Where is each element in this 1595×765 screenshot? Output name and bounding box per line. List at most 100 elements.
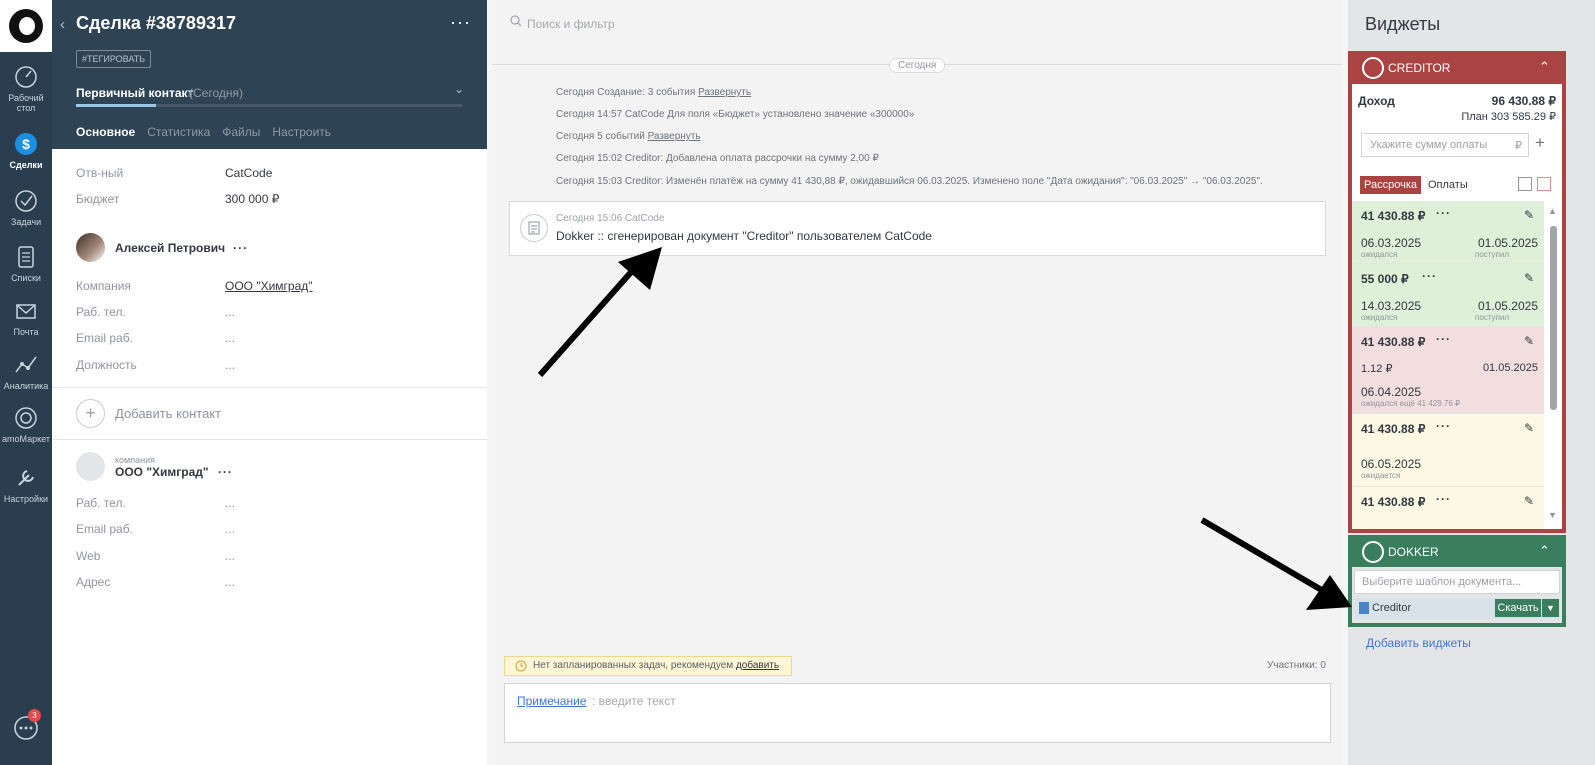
divider bbox=[52, 387, 487, 388]
payment-item[interactable]: 55 000 ₽ ··· ✎ 14.03.2025 ожидался 01.05… bbox=[1352, 264, 1544, 327]
participants-count[interactable]: Участники: 0 bbox=[1267, 660, 1326, 671]
payment-amount: 55 000 ₽ bbox=[1361, 272, 1409, 286]
field-responsible[interactable]: Отв-ный CatCode bbox=[76, 166, 272, 180]
nav-deals[interactable]: $ Сделки bbox=[0, 131, 52, 170]
add-contact-button[interactable]: + Добавить контакт bbox=[76, 399, 221, 428]
stage-dropdown-chevron-icon[interactable]: ⌄ bbox=[454, 82, 464, 96]
collapse-chevron-icon[interactable]: ⌃ bbox=[1539, 543, 1550, 559]
expand-link[interactable]: Развернуть bbox=[648, 131, 701, 142]
note-input[interactable]: : введите текст bbox=[592, 694, 676, 708]
field-label: Раб. тел. bbox=[76, 305, 126, 319]
nav-lists[interactable]: Списки bbox=[0, 244, 52, 283]
field-value[interactable]: 300 000 ₽ bbox=[225, 192, 279, 206]
field-contact-work-email[interactable]: Email раб.... bbox=[76, 331, 235, 345]
add-task-link[interactable]: добавить bbox=[736, 660, 779, 671]
dokker-widget-header[interactable]: DOKKER ⌃ bbox=[1348, 535, 1566, 567]
edit-pencil-icon[interactable]: ✎ bbox=[1524, 334, 1534, 348]
scroll-down-arrow-icon[interactable]: ▼ bbox=[1548, 510, 1557, 520]
field-value[interactable]: ... bbox=[225, 575, 235, 589]
deal-card: ‹ Сделка #38789317 ··· #ТЕГИРОВАТЬ Перви… bbox=[52, 0, 487, 765]
tab-main[interactable]: Основное bbox=[76, 125, 135, 139]
tab-payments[interactable]: Оплаты bbox=[1428, 179, 1468, 191]
payment-item[interactable]: 41 430.88 ₽ ··· ✎ 1.12 ₽ 01.05.2025 06.0… bbox=[1352, 327, 1544, 414]
field-contact-company[interactable]: Компания ООО "Химград" bbox=[76, 279, 313, 293]
contact-more-icon[interactable]: ··· bbox=[233, 241, 248, 255]
scroll-thumb[interactable] bbox=[1550, 226, 1557, 410]
tab-files[interactable]: Файлы bbox=[222, 125, 260, 139]
field-company-web[interactable]: Web... bbox=[76, 549, 235, 563]
payment-amount-input[interactable]: Укажите сумму оплаты ₽ bbox=[1361, 133, 1529, 157]
template-select[interactable]: Выберите шаблон документа... bbox=[1354, 570, 1560, 594]
payment-more-icon[interactable]: ··· bbox=[1422, 269, 1437, 283]
field-company-address[interactable]: Адрес... bbox=[76, 575, 235, 589]
payment-more-icon[interactable]: ··· bbox=[1436, 206, 1451, 220]
field-value[interactable]: ... bbox=[225, 522, 235, 536]
field-value[interactable]: ... bbox=[225, 305, 235, 319]
download-options-chevron-icon[interactable]: ▼ bbox=[1542, 599, 1559, 617]
add-widgets-link[interactable]: Добавить виджеты bbox=[1366, 636, 1471, 650]
field-contact-position[interactable]: Должность... bbox=[76, 358, 235, 372]
field-value[interactable]: ООО "Химград" bbox=[225, 279, 313, 293]
left-nav-rail: Рабочий стол $ Сделки Задачи Списки Почт… bbox=[0, 0, 52, 765]
payment-more-icon[interactable]: ··· bbox=[1436, 419, 1451, 433]
field-value[interactable]: CatCode bbox=[225, 166, 272, 180]
payment-item[interactable]: 41 430.88 ₽ ··· ✎ bbox=[1352, 487, 1544, 529]
company-more-icon[interactable]: ··· bbox=[218, 465, 233, 479]
field-value[interactable]: ... bbox=[225, 358, 235, 372]
settings-icon bbox=[18, 470, 34, 486]
edit-pencil-icon[interactable]: ✎ bbox=[1524, 421, 1534, 435]
field-contact-work-phone[interactable]: Раб. тел.... bbox=[76, 305, 235, 319]
tag-button[interactable]: #ТЕГИРОВАТЬ bbox=[76, 50, 152, 68]
edit-pencil-icon[interactable]: ✎ bbox=[1524, 494, 1534, 508]
field-budget[interactable]: Бюджет 300 000 ₽ bbox=[76, 192, 279, 206]
contact-name[interactable]: Алексей Петрович bbox=[115, 241, 225, 255]
nav-mail[interactable]: Почта bbox=[0, 298, 52, 337]
field-label: Email раб. bbox=[76, 331, 133, 345]
note-type-switch[interactable]: Примечание bbox=[517, 694, 586, 708]
download-button[interactable]: Скачать bbox=[1495, 599, 1541, 617]
payment-more-icon[interactable]: ··· bbox=[1436, 332, 1451, 346]
back-chevron-icon[interactable]: ‹ bbox=[60, 16, 65, 33]
search-input[interactable]: Поиск и фильтр bbox=[527, 17, 615, 31]
deal-header: ‹ Сделка #38789317 ··· #ТЕГИРОВАТЬ Перви… bbox=[52, 0, 487, 149]
field-company-work-email[interactable]: Email раб.... bbox=[76, 522, 235, 536]
payment-item[interactable]: 41 430.88 ₽ ··· ✎ 06.03.2025 ожидался 01… bbox=[1352, 201, 1544, 264]
edit-pencil-icon[interactable]: ✎ bbox=[1524, 271, 1534, 285]
tab-configure[interactable]: Настроить bbox=[272, 125, 331, 139]
expand-link[interactable]: Развернуть bbox=[698, 87, 751, 98]
field-value[interactable]: ... bbox=[225, 496, 235, 510]
company-header[interactable]: компания ООО "Химград" ··· bbox=[76, 452, 233, 481]
nav-analytics[interactable]: Аналитика bbox=[0, 352, 52, 391]
nav-dashboard[interactable]: Рабочий стол bbox=[0, 64, 52, 113]
nav-tasks[interactable]: Задачи bbox=[0, 188, 52, 227]
document-name[interactable]: Creditor bbox=[1372, 602, 1411, 614]
tab-installments[interactable]: Рассрочка bbox=[1360, 176, 1421, 194]
field-value[interactable]: ... bbox=[225, 549, 235, 563]
amocrm-logo[interactable] bbox=[0, 0, 52, 52]
export-icon[interactable] bbox=[1518, 177, 1532, 191]
field-value[interactable]: ... bbox=[225, 331, 235, 345]
deal-title[interactable]: Сделка #38789317 bbox=[76, 13, 236, 34]
deal-more-menu-icon[interactable]: ··· bbox=[450, 12, 471, 33]
trash-icon[interactable] bbox=[1537, 177, 1551, 191]
nav-settings[interactable]: Настройки bbox=[0, 465, 52, 504]
contact-header[interactable]: Алексей Петрович ··· bbox=[76, 233, 248, 262]
payment-item[interactable]: 41 430.88 ₽ ··· ✎ 06.05.2025 ожидается bbox=[1352, 414, 1544, 487]
nav-market[interactable]: amoМаркет bbox=[0, 405, 52, 444]
svg-text:$: $ bbox=[22, 136, 30, 152]
tab-statistics[interactable]: Статистика bbox=[147, 125, 210, 139]
creditor-widget-header[interactable]: CREDITOR ⌃ bbox=[1348, 51, 1566, 84]
add-payment-plus-icon[interactable]: + bbox=[1535, 133, 1545, 153]
field-company-work-phone[interactable]: Раб. тел.... bbox=[76, 496, 235, 510]
collapse-chevron-icon[interactable]: ⌃ bbox=[1539, 59, 1550, 75]
payment-more-icon[interactable]: ··· bbox=[1436, 492, 1451, 506]
field-label: Должность bbox=[76, 358, 137, 372]
search-bar[interactable]: Поиск и фильтр bbox=[492, 0, 1342, 47]
payments-scrollbar[interactable]: ▲ ▼ bbox=[1547, 206, 1559, 526]
stage-date: (Сегодня) bbox=[189, 86, 243, 100]
company-name[interactable]: ООО "Химград" bbox=[115, 465, 209, 479]
pipeline-stage[interactable]: Первичный контакт bbox=[76, 86, 193, 100]
scroll-up-arrow-icon[interactable]: ▲ bbox=[1548, 206, 1557, 216]
note-composer[interactable]: Примечание : введите текст bbox=[504, 683, 1331, 743]
edit-pencil-icon[interactable]: ✎ bbox=[1524, 208, 1534, 222]
